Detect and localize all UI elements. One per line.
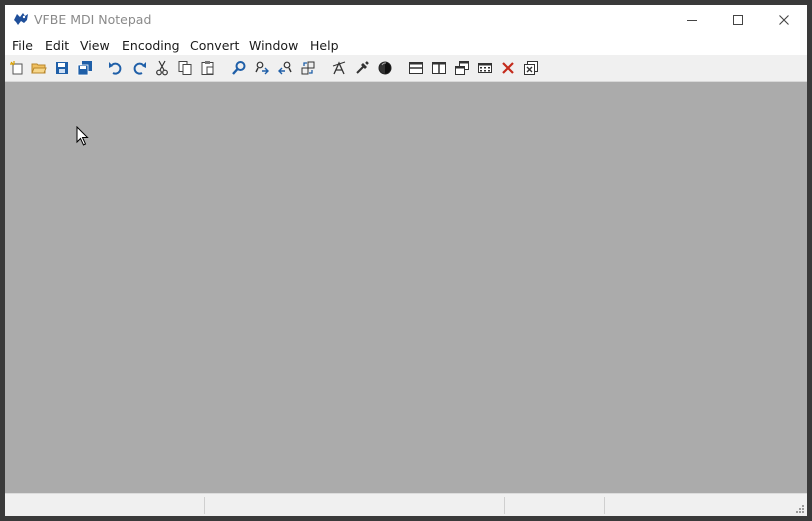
save-icon: [56, 62, 68, 74]
menu-edit[interactable]: Edit: [45, 38, 69, 53]
find-previous-icon: [278, 61, 292, 75]
app-window: VFBE MDI Notepad File Edit View Encoding…: [5, 5, 807, 516]
save-all-icon: [77, 61, 92, 76]
cut-button[interactable]: [152, 58, 172, 78]
new-file-button[interactable]: [7, 58, 27, 78]
replace-icon: [301, 61, 315, 75]
menu-convert[interactable]: Convert: [190, 38, 239, 53]
paste-button[interactable]: [198, 58, 218, 78]
resize-grip-icon[interactable]: [795, 504, 805, 514]
close-all-button[interactable]: [521, 58, 541, 78]
title-bar[interactable]: VFBE MDI Notepad: [5, 5, 807, 35]
menu-bar: File Edit View Encoding Convert Window H…: [5, 35, 807, 55]
font-button[interactable]: [329, 58, 349, 78]
maximize-button[interactable]: [715, 5, 761, 35]
close-icon: [779, 15, 789, 25]
tile-horizontal-button[interactable]: [406, 58, 426, 78]
tile-vertical-button[interactable]: [429, 58, 449, 78]
replace-button[interactable]: [298, 58, 318, 78]
close-button[interactable]: [761, 5, 807, 35]
find-next-button[interactable]: [252, 58, 272, 78]
window-title: VFBE MDI Notepad: [34, 12, 152, 27]
redo-button[interactable]: [129, 58, 149, 78]
close-window-button[interactable]: [498, 58, 518, 78]
cascade-button[interactable]: [452, 58, 472, 78]
arrange-icons-icon: [478, 63, 492, 73]
new-file-icon: [10, 61, 23, 75]
copy-icon: [178, 61, 192, 75]
undo-button[interactable]: [106, 58, 126, 78]
find-previous-button[interactable]: [275, 58, 295, 78]
theme-button[interactable]: [375, 58, 395, 78]
maximize-icon: [733, 15, 743, 25]
minimize-button[interactable]: [669, 5, 715, 35]
tile-vertical-icon: [432, 62, 446, 74]
font-icon: [332, 61, 346, 75]
vfbe-app-icon: [14, 13, 28, 25]
menu-view[interactable]: View: [80, 38, 110, 53]
status-pane-4: [605, 494, 795, 516]
color-picker-button[interactable]: [352, 58, 372, 78]
mouse-cursor-icon: [76, 126, 89, 146]
copy-button[interactable]: [175, 58, 195, 78]
toolbar: [5, 55, 807, 81]
menu-help[interactable]: Help: [310, 38, 339, 53]
open-folder-icon: [31, 63, 47, 74]
status-pane-3: [505, 494, 604, 516]
save-all-button[interactable]: [75, 58, 95, 78]
find-next-icon: [255, 61, 269, 75]
color-picker-icon: [356, 61, 369, 74]
status-pane-1: [5, 494, 204, 516]
theme-circle-icon: [378, 61, 392, 75]
redo-icon: [133, 62, 146, 75]
close-all-icon: [524, 61, 538, 75]
undo-icon: [109, 62, 122, 75]
open-button[interactable]: [29, 58, 49, 78]
minimize-icon: [687, 20, 697, 21]
find-button[interactable]: [229, 58, 249, 78]
tile-horizontal-icon: [409, 62, 423, 74]
arrange-icons-button[interactable]: [475, 58, 495, 78]
menu-encoding[interactable]: Encoding: [122, 38, 180, 53]
status-bar: [5, 493, 807, 516]
close-window-icon: [502, 62, 514, 74]
save-button[interactable]: [52, 58, 72, 78]
paste-icon: [201, 61, 214, 75]
menu-file[interactable]: File: [12, 38, 33, 53]
cut-icon: [156, 60, 168, 76]
mdi-client-area[interactable]: [5, 81, 807, 493]
menu-window[interactable]: Window: [249, 38, 298, 53]
status-pane-2: [205, 494, 504, 516]
cascade-icon: [455, 61, 469, 75]
find-icon: [232, 61, 246, 75]
